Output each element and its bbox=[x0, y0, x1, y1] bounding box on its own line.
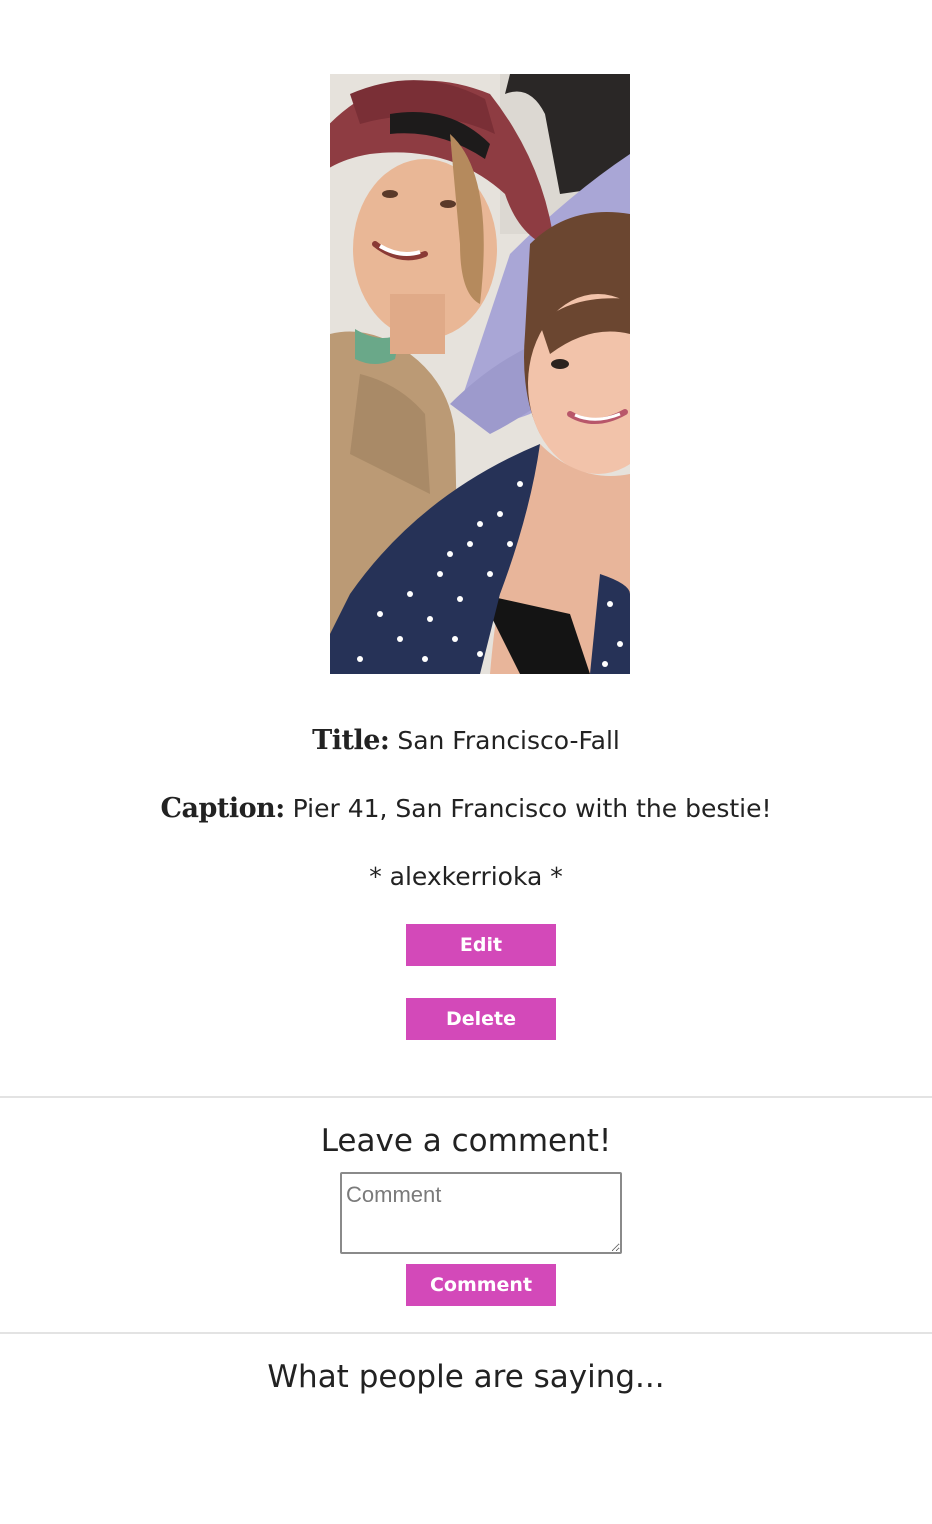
divider bbox=[0, 1332, 932, 1334]
post-photo bbox=[330, 74, 630, 674]
post-detail-page: Title: San Francisco-Fall Caption: Pier … bbox=[0, 0, 932, 1524]
post-caption: Caption: Pier 41, San Francisco with the… bbox=[0, 792, 932, 826]
title-value: San Francisco-Fall bbox=[397, 726, 620, 755]
post-title: Title: San Francisco-Fall bbox=[0, 724, 932, 758]
comments-heading: What people are saying... bbox=[267, 1359, 665, 1395]
post-author: * alexkerrioka * bbox=[369, 862, 563, 891]
caption-label: Caption: bbox=[160, 793, 285, 824]
submit-comment-button[interactable]: Comment bbox=[406, 1264, 556, 1306]
comment-input[interactable] bbox=[340, 1172, 622, 1254]
comment-form-heading: Leave a comment! bbox=[320, 1123, 612, 1159]
caption-value: Pier 41, San Francisco with the bestie! bbox=[292, 794, 772, 823]
divider bbox=[0, 1096, 932, 1098]
edit-button[interactable]: Edit bbox=[406, 924, 556, 966]
title-label: Title: bbox=[312, 725, 390, 756]
delete-button[interactable]: Delete bbox=[406, 998, 556, 1040]
